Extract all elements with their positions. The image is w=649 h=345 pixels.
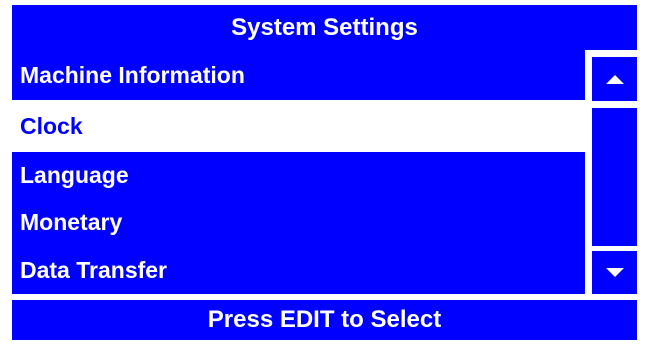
menu-item-label: Monetary	[20, 208, 123, 235]
footer-bar: Press EDIT to Select	[12, 300, 637, 340]
menu-item-language[interactable]: Language	[12, 152, 585, 198]
screen-title: System Settings	[231, 13, 418, 41]
menu-item-data-transfer[interactable]: Data Transfer	[12, 246, 585, 294]
menu-item-label: Clock	[20, 112, 83, 139]
triangle-up-icon	[605, 74, 624, 84]
menu-item-monetary[interactable]: Monetary	[12, 198, 585, 246]
triangle-down-icon	[605, 268, 624, 277]
menu-item-label: Data Transfer	[20, 256, 168, 283]
footer-instruction: Press EDIT to Select	[207, 306, 442, 333]
menu-item-label: Language	[20, 161, 129, 188]
title-bar: System Settings	[12, 5, 637, 50]
scrollbar-track[interactable]	[592, 108, 637, 246]
menu-item-clock[interactable]: Clock	[12, 100, 585, 152]
scroll-up-button[interactable]	[592, 57, 637, 101]
menu-item-label: Machine Information	[20, 61, 245, 88]
scroll-down-button[interactable]	[592, 251, 637, 294]
menu-item-machine-information[interactable]: Machine Information	[12, 50, 585, 100]
